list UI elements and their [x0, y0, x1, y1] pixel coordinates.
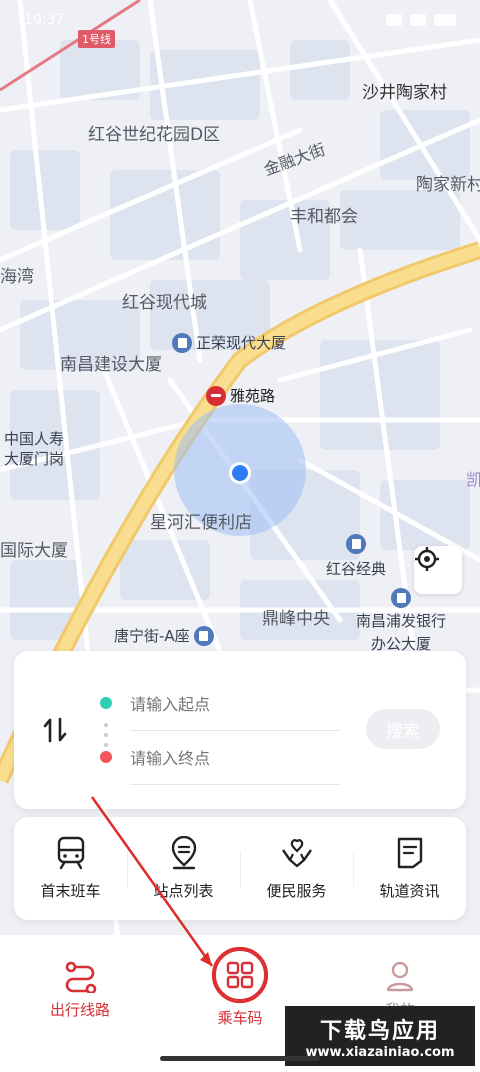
nav-routes[interactable]: 出行线路 — [0, 959, 160, 1059]
quick-label: 便民服务 — [266, 882, 327, 900]
station-list-icon — [171, 836, 196, 870]
quick-label: 站点列表 — [153, 882, 214, 900]
map-roads — [0, 0, 480, 960]
poi-tangning[interactable]: 唐宁街-A座 — [114, 625, 214, 646]
watermark-url: www.xiazainiao.com — [305, 1044, 455, 1060]
map-label-taojia: 陶家新村 — [416, 175, 480, 195]
status-time: 10:37 — [24, 12, 65, 28]
divider — [130, 784, 340, 785]
news-icon — [397, 837, 422, 869]
building-icon — [172, 332, 192, 353]
battery-icon — [434, 14, 456, 26]
map-label-honggu-xiandai: 红谷现代城 — [122, 293, 207, 313]
metro-station-icon — [206, 385, 226, 406]
status-bar: 10:37 — [0, 0, 480, 40]
qr-code-button[interactable] — [214, 949, 266, 1001]
building-icon — [391, 588, 411, 608]
crosshair-icon — [415, 547, 439, 571]
map-label-dingfeng: 鼎峰中央 — [262, 609, 330, 629]
status-icons — [386, 14, 456, 26]
start-input[interactable] — [130, 687, 340, 721]
locate-me-button[interactable] — [414, 546, 462, 594]
nav-label: 出行线路 — [49, 1001, 110, 1019]
map-label-nanchang-jianshe: 南昌建设大厦 — [60, 355, 162, 375]
nav-label: 乘车码 — [217, 1009, 263, 1027]
watermark-title: 下载鸟应用 — [319, 1018, 440, 1044]
map-label-guoji: 国际大厦 — [0, 541, 68, 561]
map-label-dasha-menggang: 大厦门岗 — [4, 450, 65, 468]
poi-pufa[interactable]: 南昌浦发银行 办公大厦 — [356, 588, 446, 654]
qr-code-icon — [226, 961, 254, 989]
map-label-xinghe: 星河汇便利店 — [150, 513, 252, 533]
heart-hands-icon — [281, 839, 312, 868]
map-label-kai: 凯 — [466, 471, 480, 491]
map-label-fenghe: 丰和都会 — [290, 207, 358, 227]
route-icon — [65, 961, 97, 993]
poi-zhengrong[interactable]: 正荣现代大厦 — [172, 332, 286, 353]
quick-first-last-train[interactable]: 首末班车 — [14, 817, 127, 920]
map-label-shajing: 沙井陶家村 — [362, 83, 447, 103]
map-label-zhongguo-renshou: 中国人寿 — [4, 430, 65, 448]
quick-label: 轨道资讯 — [379, 882, 440, 900]
quick-actions-card: 首末班车 站点列表 便民服务 轨道资讯 — [14, 817, 466, 920]
route-search-card: 搜索 — [14, 651, 466, 809]
quick-convenience-service[interactable]: 便民服务 — [240, 817, 353, 920]
poi-honggu-jingdian[interactable]: 红谷经典 — [326, 534, 386, 579]
start-dot — [100, 697, 112, 709]
metro-line-label: 1号线 — [78, 30, 115, 48]
building-icon — [346, 534, 366, 554]
map-view[interactable]: 10:37 1号线 沙井陶家村 红谷世纪花园D区 金融大街 陶家新村 丰和都会 … — [0, 0, 480, 960]
poi-label: 唐宁街-A座 — [114, 627, 190, 645]
poi-label-1: 南昌浦发银行 — [356, 612, 447, 630]
quick-station-list[interactable]: 站点列表 — [127, 817, 240, 920]
poi-label: 红谷经典 — [326, 560, 387, 578]
wifi-icon — [410, 14, 426, 26]
poi-label: 正荣现代大厦 — [196, 334, 287, 352]
user-icon — [386, 961, 414, 992]
map-label-haiwan: 海湾 — [0, 267, 34, 287]
end-input[interactable] — [130, 741, 340, 775]
end-row — [100, 731, 340, 785]
quick-label: 首末班车 — [40, 882, 101, 900]
home-indicator[interactable] — [160, 1056, 320, 1061]
train-icon — [57, 836, 84, 870]
search-button[interactable]: 搜索 — [366, 709, 440, 749]
end-dot — [100, 751, 112, 763]
poi-label: 雅苑路 — [230, 387, 276, 405]
building-icon — [193, 625, 214, 646]
map-label-honggu-d: 红谷世纪花园D区 — [88, 125, 221, 145]
start-row — [100, 677, 340, 731]
signal-icon — [386, 14, 402, 26]
quick-rail-news[interactable]: 轨道资讯 — [353, 817, 466, 920]
swap-arrows-icon[interactable] — [40, 715, 70, 745]
poi-yayuan-station[interactable]: 雅苑路 — [206, 385, 275, 406]
